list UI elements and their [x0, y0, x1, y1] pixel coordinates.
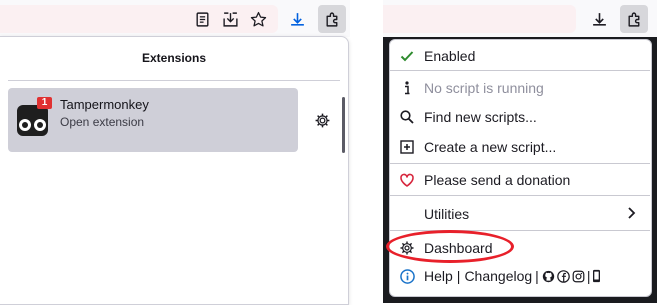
- menu-label: Enabled: [424, 47, 476, 64]
- checkmark-icon: [397, 48, 417, 64]
- menu-item-utilities[interactable]: Utilities: [389, 200, 650, 227]
- extension-subtitle: Open extension: [60, 115, 145, 129]
- extension-name: Tampermonkey: [60, 97, 149, 112]
- save-download-icon[interactable]: [216, 5, 244, 33]
- search-icon: [397, 109, 417, 125]
- panel-title: Extensions: [141, 51, 207, 65]
- menu-item-no-script: No script is running: [389, 74, 650, 101]
- menu-divider: [389, 163, 650, 164]
- menu-label: No script is running: [424, 79, 544, 96]
- menu-label: Utilities: [424, 205, 470, 222]
- help-link[interactable]: Help: [424, 268, 453, 284]
- download-arrow-icon[interactable]: [585, 5, 613, 33]
- star-icon[interactable]: [244, 5, 272, 33]
- panel-scrollbar[interactable]: [342, 97, 345, 153]
- help-separator: |: [456, 268, 461, 284]
- menu-label: Find new scripts...: [424, 108, 537, 125]
- chevron-right-icon: [626, 206, 636, 223]
- menu-item-enabled[interactable]: Enabled: [389, 42, 650, 69]
- info-icon: [397, 80, 417, 96]
- puzzle-icon[interactable]: [620, 5, 648, 33]
- menu-item-help[interactable]: Help | Changelog | |: [389, 264, 650, 288]
- help-separator: |: [586, 268, 591, 284]
- menu-item-find-scripts[interactable]: Find new scripts...: [389, 103, 650, 130]
- plus-square-icon: [397, 139, 417, 155]
- right-url-bar[interactable]: [383, 5, 576, 33]
- menu-item-donation[interactable]: Please send a donation: [389, 166, 650, 193]
- download-arrow-icon[interactable]: [283, 5, 311, 33]
- menu-label: Create a new script...: [424, 138, 557, 155]
- reader-view-icon[interactable]: [188, 5, 216, 33]
- menu-label: Please send a donation: [424, 171, 571, 188]
- menu-divider: [389, 195, 650, 196]
- extensions-panel: [0, 36, 349, 305]
- help-separator: |: [535, 268, 539, 284]
- menu-item-create-script[interactable]: Create a new script...: [389, 133, 650, 160]
- mobile-icon[interactable]: [592, 269, 601, 283]
- panel-divider: [8, 80, 340, 81]
- github-icon[interactable]: [542, 270, 555, 283]
- instagram-icon[interactable]: [572, 270, 585, 283]
- menu-divider: [389, 70, 650, 71]
- gear-icon[interactable]: [311, 109, 333, 131]
- dashboard-highlight-circle: [386, 230, 514, 263]
- puzzle-icon[interactable]: [318, 5, 346, 33]
- info-circle-icon: [397, 268, 417, 284]
- tampermonkey-logo: [17, 105, 48, 136]
- heart-icon: [397, 172, 417, 188]
- facebook-icon[interactable]: [557, 269, 570, 283]
- extension-badge: 1: [37, 97, 52, 109]
- changelog-link[interactable]: Changelog: [464, 268, 532, 284]
